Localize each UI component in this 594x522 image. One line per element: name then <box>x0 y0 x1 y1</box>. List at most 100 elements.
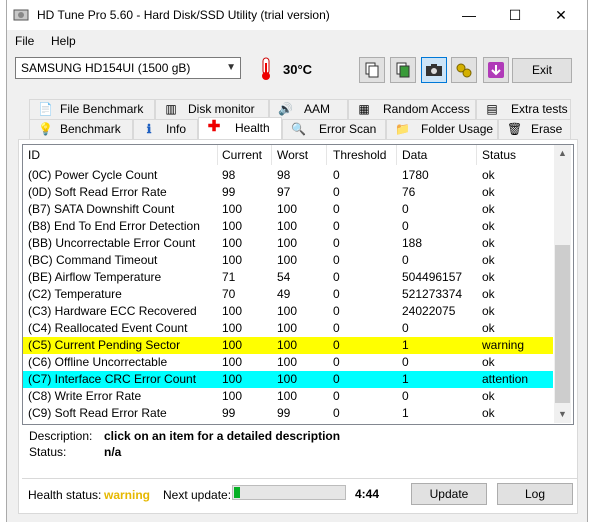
cell-id: (BB) Uncorrectable Error Count <box>28 236 196 250</box>
cell-status: attention <box>482 372 529 386</box>
save-button[interactable] <box>483 57 509 83</box>
minimize-button[interactable]: — <box>446 0 492 30</box>
tab-file-benchmark-label: File Benchmark <box>60 102 144 116</box>
column-separator <box>271 145 272 165</box>
app-window: HD Tune Pro 5.60 - Hard Disk/SSD Utility… <box>6 0 588 522</box>
cell-status: ok <box>482 202 495 216</box>
tab-random-access[interactable]: ▦ Random Access <box>348 99 476 119</box>
trash-icon: 🗑 <box>507 122 523 136</box>
vertical-scrollbar[interactable]: ▲ ▼ <box>554 145 571 423</box>
column-header-id[interactable]: ID <box>28 148 40 162</box>
cell-data: 0 <box>402 219 409 233</box>
cell-worst: 100 <box>277 202 298 216</box>
cell-threshold: 0 <box>333 185 340 199</box>
scrollbar-thumb[interactable] <box>555 245 570 403</box>
scroll-down-icon[interactable]: ▼ <box>554 406 571 423</box>
table-row[interactable]: (C4) Reallocated Event Count 100 100 0 0 ok <box>23 320 553 337</box>
status-label: Status: <box>29 445 67 459</box>
cell-id: (B7) SATA Downshift Count <box>28 202 175 216</box>
cell-current: 71 <box>222 270 236 284</box>
cell-worst: 97 <box>277 185 291 199</box>
tab-extra-tests[interactable]: ▤ Extra tests <box>476 99 571 119</box>
cell-data: 76 <box>402 185 416 199</box>
menu-help[interactable]: Help <box>51 34 76 48</box>
description-label: Description: <box>29 429 93 443</box>
cell-worst: 54 <box>277 270 291 284</box>
tab-disk-monitor[interactable]: ▥ Disk monitor <box>155 99 269 119</box>
tab-info-label: Info <box>166 122 187 136</box>
cell-current: 99 <box>222 406 236 420</box>
table-row[interactable]: (B7) SATA Downshift Count 100 100 0 0 ok <box>23 201 553 218</box>
cell-id: (0D) Soft Read Error Rate <box>28 185 167 199</box>
info-icon: ℹ <box>146 122 152 136</box>
next-update-label: Next update: <box>163 488 232 502</box>
maximize-button[interactable]: ☐ <box>492 0 538 30</box>
column-header-data[interactable]: Data <box>402 148 427 162</box>
table-row[interactable]: (0D) Soft Read Error Rate 99 97 0 76 ok <box>23 184 553 201</box>
tab-health[interactable]: ✚ Health <box>198 117 282 139</box>
table-row[interactable]: (C3) Hardware ECC Recovered 100 100 0 240220… <box>23 303 553 320</box>
cell-worst: 100 <box>277 304 298 318</box>
cell-current: 99 <box>222 185 236 199</box>
cell-status: ok <box>482 406 495 420</box>
drive-select[interactable]: SAMSUNG HD154UI (1500 gB) ▼ <box>15 57 241 79</box>
copy-screenshot-icon <box>396 62 410 78</box>
cell-status: warning <box>482 338 525 352</box>
title-bar[interactable]: HD Tune Pro 5.60 - Hard Disk/SSD Utility… <box>7 0 587 30</box>
column-header-current[interactable]: Current <box>222 148 262 162</box>
tab-file-benchmark[interactable]: 📄 File Benchmark <box>29 99 155 119</box>
log-button[interactable]: Log <box>497 483 573 505</box>
table-row[interactable]: (C7) Interface CRC Error Count 100 100 0 1 at… <box>23 371 553 388</box>
window-title: HD Tune Pro 5.60 - Hard Disk/SSD Utility… <box>37 8 330 22</box>
screenshot-button[interactable] <box>421 57 447 83</box>
table-row[interactable]: (C8) Write Error Rate 100 100 0 0 ok <box>23 388 553 405</box>
tab-aam[interactable]: 🔊 AAM <box>269 99 348 119</box>
column-separator <box>396 145 397 165</box>
cell-current: 100 <box>222 338 243 352</box>
table-row[interactable]: (0C) Power Cycle Count 98 98 0 1780 ok <box>23 167 553 184</box>
copy-screenshot-button[interactable] <box>390 57 416 83</box>
table-row[interactable]: (B8) End To End Error Detection 100 100 0 0 o… <box>23 218 553 235</box>
cell-status: ok <box>482 236 495 250</box>
cell-data: 0 <box>402 253 409 267</box>
cell-worst: 98 <box>277 168 291 182</box>
cell-current: 100 <box>222 219 243 233</box>
cell-id: (C6) Offline Uncorrectable <box>28 355 168 369</box>
options-button[interactable] <box>451 57 477 83</box>
cell-status: ok <box>482 270 495 284</box>
column-header-status[interactable]: Status <box>482 148 516 162</box>
tab-erase[interactable]: 🗑 Erase <box>498 119 571 139</box>
cell-id: (C2) Temperature <box>28 287 122 301</box>
scroll-up-icon[interactable]: ▲ <box>554 145 571 162</box>
table-row[interactable]: (BE) Airflow Temperature 71 54 0 504496157 ok <box>23 269 553 286</box>
cell-data: 0 <box>402 202 409 216</box>
tab-error-scan[interactable]: 🔍 Error Scan <box>282 119 386 139</box>
menu-file[interactable]: File <box>15 34 34 48</box>
table-row[interactable]: (C9) Soft Read Error Rate 99 99 0 1 ok <box>23 405 553 422</box>
cell-id: (C7) Interface CRC Error Count <box>28 372 197 386</box>
table-row[interactable]: (C2) Temperature 70 49 0 521273374 ok <box>23 286 553 303</box>
file-benchmark-icon: 📄 <box>38 102 53 116</box>
tab-folder-usage[interactable]: 📁 Folder Usage <box>386 119 498 139</box>
health-status-value: warning <box>104 488 151 502</box>
table-row[interactable]: (C5) Current Pending Sector 100 100 0 1 warni… <box>23 337 553 354</box>
exit-button[interactable]: Exit <box>512 58 572 83</box>
cell-id: (C8) Write Error Rate <box>28 389 142 403</box>
update-button[interactable]: Update <box>411 483 487 505</box>
table-row[interactable]: (BB) Uncorrectable Error Count 100 100 0 188… <box>23 235 553 252</box>
column-separator <box>476 145 477 165</box>
copy-button[interactable] <box>359 57 385 83</box>
tab-info[interactable]: ℹ Info <box>133 119 198 139</box>
status-bar: Health status: warning Next update: 4:44… <box>22 478 578 509</box>
column-header-threshold[interactable]: Threshold <box>333 148 386 162</box>
close-button[interactable]: ✕ <box>538 0 584 30</box>
cell-data: 0 <box>402 321 409 335</box>
smart-attributes-table[interactable]: ID Current Worst Threshold Data Status (… <box>22 144 574 425</box>
description-value: click on an item for a detailed descript… <box>104 429 341 443</box>
cell-worst: 100 <box>277 355 298 369</box>
column-separator <box>217 145 218 165</box>
table-row[interactable]: (BC) Command Timeout 100 100 0 0 ok <box>23 252 553 269</box>
column-header-worst[interactable]: Worst <box>277 148 308 162</box>
table-row[interactable]: (C6) Offline Uncorrectable 100 100 0 0 ok <box>23 354 553 371</box>
tab-benchmark[interactable]: 💡 Benchmark <box>29 119 133 139</box>
